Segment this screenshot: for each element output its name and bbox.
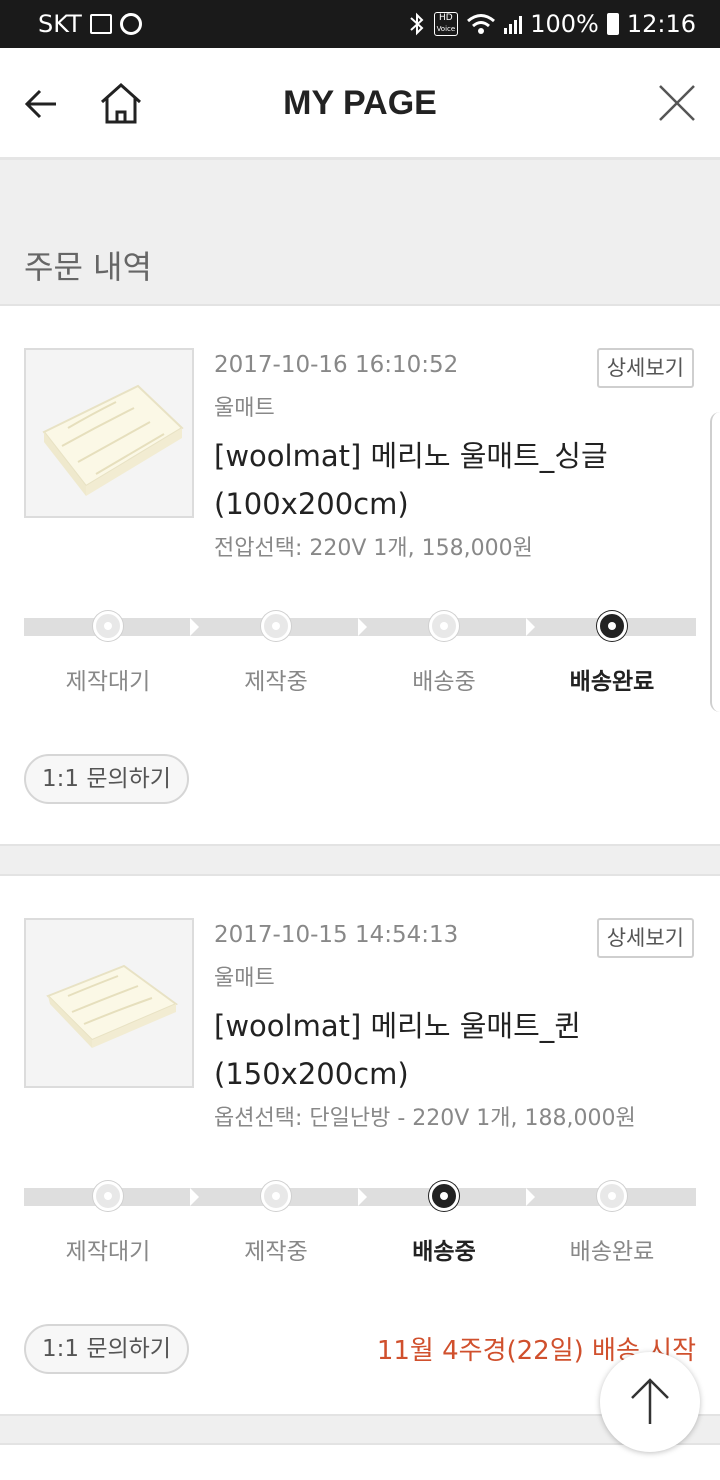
step-label: 제작중 xyxy=(244,669,308,695)
product-thumbnail[interactable] xyxy=(24,918,194,1088)
bluetooth-icon xyxy=(409,12,424,36)
track-separator xyxy=(190,618,199,636)
step-label-active: 배송중 xyxy=(412,1239,476,1265)
app-header: MY PAGE xyxy=(0,48,720,160)
step-label-active: 배송완료 xyxy=(569,669,655,695)
signal-icon xyxy=(504,14,523,34)
track-separator xyxy=(526,618,535,636)
step-label: 제작대기 xyxy=(65,669,151,695)
track-separator xyxy=(526,1188,535,1206)
product-option: 옵션선택: 단일난방 - 220V 1개, 188,000원 xyxy=(214,1106,636,1131)
step-dot xyxy=(597,1181,627,1211)
clock: 12:16 xyxy=(626,10,696,38)
product-name-line1: [woolmat] 메리노 울매트_퀸 xyxy=(214,1009,581,1043)
step-dot xyxy=(261,1181,291,1211)
product-option: 전압선택: 220V 1개, 158,000원 xyxy=(214,536,533,561)
wifi-icon xyxy=(467,14,496,34)
scrollbar[interactable] xyxy=(710,412,720,712)
progress-track xyxy=(24,1181,696,1211)
order-card: 2017-10-16 16:10:52 울매트 [woolmat] 메리노 울매… xyxy=(0,304,720,846)
hd-voice-icon: HD Voice xyxy=(433,12,459,36)
step-label: 배송완료 xyxy=(569,1239,655,1265)
product-category: 울매트 xyxy=(214,396,275,421)
arrow-up-icon xyxy=(631,1378,669,1424)
step-dot xyxy=(93,611,123,641)
step-dot-active xyxy=(429,1181,459,1211)
progress-steps: 제작대기 제작중 배송중 배송완료 xyxy=(24,1232,696,1266)
inquiry-button[interactable]: 1:1 문의하기 xyxy=(24,754,189,804)
track-separator xyxy=(358,1188,367,1206)
step-label: 제작대기 xyxy=(65,1239,151,1265)
step-dot xyxy=(429,611,459,641)
page-title: MY PAGE xyxy=(283,84,437,122)
progress-track xyxy=(24,611,696,641)
close-icon[interactable] xyxy=(658,84,696,122)
carrier-label: SKT xyxy=(38,10,82,38)
product-name-line2: (100x200cm) xyxy=(214,487,409,521)
step-label: 제작중 xyxy=(244,1239,308,1265)
product-category: 울매트 xyxy=(214,966,275,991)
woolmat-image xyxy=(42,384,184,496)
sync-icon xyxy=(119,13,142,35)
product-thumbnail[interactable] xyxy=(24,348,194,518)
inquiry-button[interactable]: 1:1 문의하기 xyxy=(24,1324,189,1374)
track-separator xyxy=(190,1188,199,1206)
step-dot xyxy=(261,611,291,641)
battery-percent: 100% xyxy=(530,10,599,38)
detail-button[interactable]: 상세보기 xyxy=(596,918,694,958)
order-history-title: 주문 내역 xyxy=(24,248,152,286)
scroll-top-button[interactable] xyxy=(600,1352,700,1452)
product-name[interactable]: [woolmat] 메리노 울매트_싱글 (100x200cm) xyxy=(214,432,698,528)
product-name[interactable]: [woolmat] 메리노 울매트_퀸 (150x200cm) xyxy=(214,1002,698,1098)
order-card: 2017-10-15 14:54:13 울매트 [woolmat] 메리노 울매… xyxy=(0,874,720,1416)
track-separator xyxy=(358,618,367,636)
product-name-line1: [woolmat] 메리노 울매트_싱글 xyxy=(214,439,608,473)
step-label: 배송중 xyxy=(412,669,476,695)
gallery-icon xyxy=(89,14,112,34)
status-bar: SKT HD Voice 100% 12:16 xyxy=(0,0,720,48)
detail-button[interactable]: 상세보기 xyxy=(596,348,694,388)
woolmat-image xyxy=(46,964,179,1048)
battery-icon xyxy=(606,13,619,35)
product-name-line2: (150x200cm) xyxy=(214,1057,409,1091)
step-dot-active xyxy=(597,611,627,641)
step-dot xyxy=(93,1181,123,1211)
progress-steps: 제작대기 제작중 배송중 배송완료 xyxy=(24,662,696,696)
